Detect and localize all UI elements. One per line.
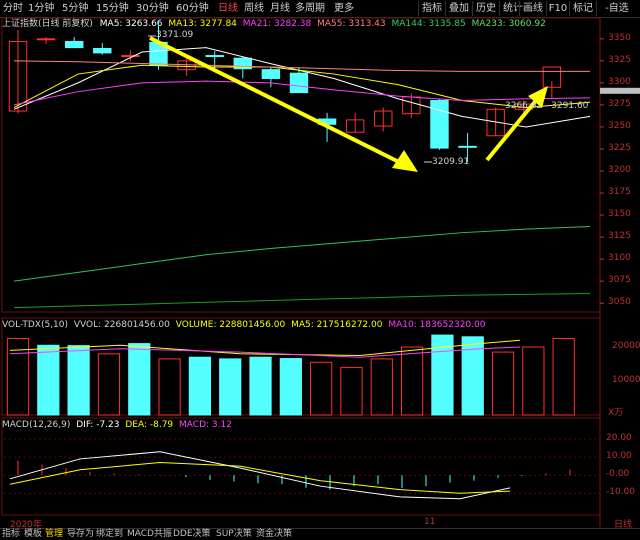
high-price-label: 3371.09 — [156, 30, 194, 40]
candle-body — [64, 40, 84, 49]
price-tick-label: 3200 — [608, 165, 631, 175]
panel-frame — [1, 417, 601, 516]
down-arrow-line — [149, 36, 406, 167]
candle-body — [261, 69, 281, 79]
dea-line — [9, 462, 511, 494]
volume-bar — [370, 358, 393, 416]
btab-bind-to[interactable]: 绑定到 — [96, 529, 123, 540]
volume-bar — [67, 345, 90, 416]
price-tick-label: 3175 — [608, 187, 631, 198]
macd-tick-label: -10.00 — [606, 487, 636, 498]
candle-body — [121, 55, 140, 58]
volume-bar — [219, 358, 242, 416]
price-tick-label: 3075 — [608, 275, 631, 286]
ma55-line — [13, 60, 590, 72]
candle-body — [430, 100, 449, 149]
volume-bar — [37, 344, 60, 416]
volume-bar — [340, 366, 363, 416]
candle-body — [36, 38, 56, 41]
price-tag: 3266.62 - 3291.60 — [505, 101, 589, 111]
price-tick-label: 3225 — [608, 142, 631, 153]
volume-unit: X万 — [608, 408, 624, 418]
volume-bar — [491, 351, 515, 416]
kline-chart[interactable] — [0, 0, 640, 539]
macd-tick-label: -0.00 — [606, 469, 630, 480]
ma144-line — [13, 226, 591, 282]
btab-dde[interactable]: DDE决策 — [173, 529, 211, 540]
low-price-label: 3209.91 — [432, 157, 470, 167]
price-tick-label: 3250 — [608, 120, 631, 131]
btab-template[interactable]: 模板 — [24, 529, 42, 540]
macd-tick-label: 10.00 — [606, 451, 632, 462]
btab-sup[interactable]: SUP决策 — [216, 529, 252, 540]
candle-body — [93, 48, 112, 54]
price-tick-label: 3350 — [608, 32, 631, 43]
ma233-line — [13, 292, 591, 309]
volume-tick-label: 20000 — [612, 341, 640, 351]
btab-manage[interactable]: 管理 — [45, 529, 63, 540]
candle-body — [205, 55, 224, 58]
volume-bar — [310, 361, 333, 416]
price-tick-label: 3100 — [608, 253, 631, 264]
volume-bar — [128, 343, 151, 416]
btab-macd-resonance[interactable]: MACD共振 — [127, 529, 172, 540]
volume-bar — [400, 346, 424, 416]
current-price-band — [600, 87, 640, 94]
volume-bar — [552, 338, 575, 416]
month-label: 11 — [424, 517, 436, 527]
volume-bar — [249, 356, 272, 416]
price-tick-label: 3050 — [608, 297, 631, 308]
volume-bar — [158, 358, 181, 416]
candle-body — [458, 145, 477, 148]
price-tick-label: 3300 — [608, 76, 631, 87]
btab-indicator[interactable]: 指标 — [2, 529, 20, 540]
price-tick-label: 3325 — [608, 54, 631, 65]
btab-fund[interactable]: 资金决策 — [256, 529, 292, 540]
volume-bar — [97, 353, 121, 416]
price-tick-label: 3150 — [608, 209, 631, 220]
indicator-tabs: 指标 模板 管理 导存为 绑定到 MACD共振 DDE决策 SUP决策 资金决策 — [0, 528, 640, 540]
price-tick-label: 3275 — [608, 98, 631, 109]
btab-save-as[interactable]: 导存为 — [67, 529, 94, 540]
volume-bar — [522, 346, 545, 416]
volume-bar — [279, 358, 302, 416]
macd-tick-label: 20.00 — [606, 433, 632, 444]
price-tick-label: 3125 — [608, 231, 631, 242]
volume-bar — [188, 356, 212, 416]
candle-body — [289, 72, 309, 94]
volume-tick-label: 10000 — [612, 375, 640, 385]
